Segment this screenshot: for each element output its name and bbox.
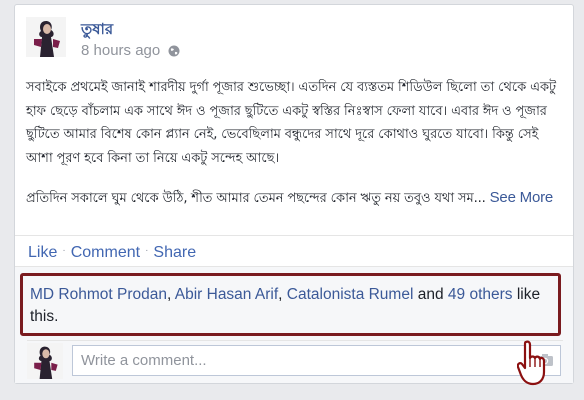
share-link[interactable]: Share (153, 244, 196, 262)
see-more-link[interactable]: See More (490, 189, 554, 206)
comment-link[interactable]: Comment (71, 244, 140, 262)
post-paragraph-1: সবাইকে প্রথমেই জানাই শারদীয় দুর্গা পূজা… (26, 80, 557, 166)
globe-icon[interactable] (168, 45, 180, 57)
liker-name[interactable]: Abir Hasan Arif (175, 286, 278, 303)
hand-cursor-icon (516, 340, 547, 391)
post-header: তুষার 8 hours ago (26, 17, 426, 65)
like-link[interactable]: Like (28, 244, 57, 262)
post-timestamp[interactable]: 8 hours ago (81, 42, 160, 59)
post-actions: Like · Comment · Share (28, 244, 196, 262)
action-separator: · (145, 244, 149, 256)
author-avatar[interactable] (26, 17, 66, 57)
post-body: সবাইকে প্রথমেই জানাই শারদীয় দুর্গা পূজা… (26, 76, 564, 211)
post-paragraph-2: প্রতিদিন সকালে ঘুম থেকে উঠি, শীত আমার তে… (26, 186, 564, 211)
post-paragraph-2-text: প্রতিদিন সকালে ঘুম থেকে উঠি, শীত আমার তে… (26, 191, 486, 206)
likes-comma: , (278, 286, 287, 303)
comment-composer: Write a comment... (27, 340, 563, 379)
post-card: তুষার 8 hours ago সবাইকে প্রথমেই জানাই শ… (14, 4, 574, 384)
likes-comma: , (166, 286, 175, 303)
liker-name[interactable]: MD Rohmot Prodan (30, 286, 167, 303)
post-meta: 8 hours ago (81, 42, 180, 59)
author-name[interactable]: তুষার (81, 18, 113, 43)
likes-summary: MD Rohmot Prodan, Abir Hasan Arif, Catal… (20, 273, 561, 336)
action-separator: · (62, 244, 66, 256)
comment-placeholder: Write a comment... (81, 352, 207, 369)
liker-name[interactable]: Catalonista Rumel (287, 286, 414, 303)
likes-others-link[interactable]: 49 others (448, 286, 513, 303)
divider (15, 235, 573, 236)
likes-and: and (413, 286, 448, 303)
comment-input[interactable]: Write a comment... (72, 345, 561, 376)
feedback-section: MD Rohmot Prodan, Abir Hasan Arif, Catal… (15, 266, 573, 383)
commenter-avatar (27, 343, 63, 379)
